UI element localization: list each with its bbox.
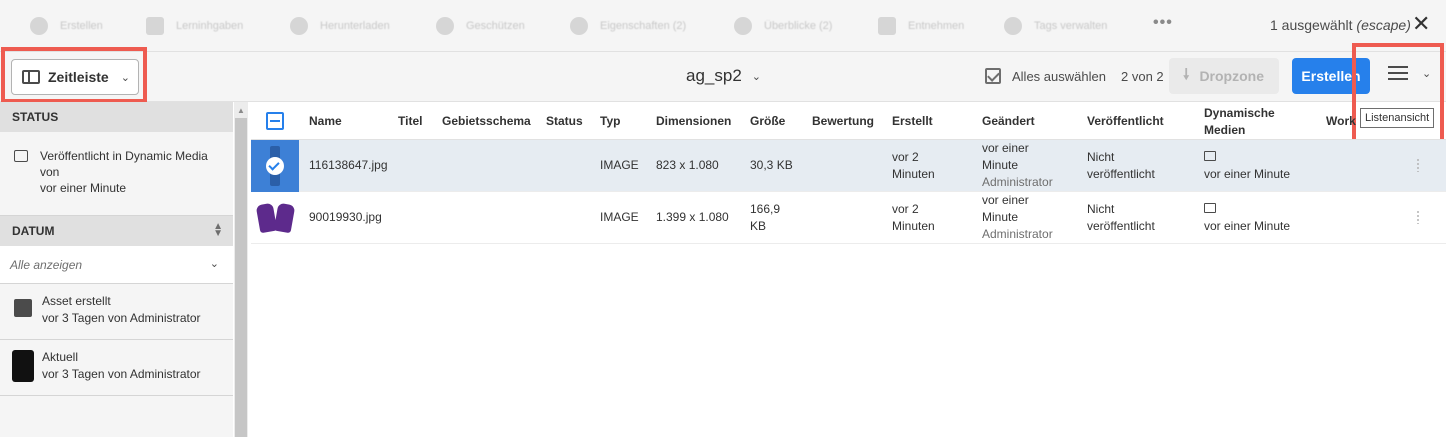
tags-action[interactable]: Tags verwalten: [1004, 0, 1107, 52]
protect-action[interactable]: Geschützen: [436, 0, 525, 52]
table-header: Name Titel Gebietsschema Status Typ Dime…: [251, 102, 1446, 140]
cell-dynamic-media: vor einer Minute: [1204, 149, 1290, 183]
col-type[interactable]: Typ: [600, 114, 620, 128]
col-title[interactable]: Titel: [398, 114, 422, 128]
cell-created: vor 2 Minuten: [892, 202, 935, 233]
cell-dimensions: 1.399 x 1.080: [656, 210, 729, 224]
cell-published: Nicht veröffentlicht: [1087, 150, 1155, 181]
asset-thumbnail: [12, 350, 34, 382]
row-thumbnail[interactable]: [251, 140, 299, 192]
create-action[interactable]: Erstellen: [30, 0, 103, 52]
cell-published: Nicht veröffentlicht: [1087, 202, 1155, 233]
col-dynamic-media[interactable]: Dynamische Medien: [1204, 105, 1275, 139]
create-icon: [30, 17, 48, 35]
table-row[interactable]: 116138647.jpg IMAGE 823 x 1.080 30,3 KB …: [251, 140, 1446, 192]
publish-icon: [1204, 203, 1216, 213]
col-status[interactable]: Status: [546, 114, 583, 128]
highlight-rail-selector: [1, 47, 147, 103]
asset-created-icon: [14, 299, 32, 317]
folder-title[interactable]: ag_sp2 ⌄: [686, 66, 761, 86]
select-all-button[interactable]: Alles auswählen: [985, 68, 1106, 84]
timeline-event[interactable]: Aktuell vor 3 Tagen von Administrator: [0, 340, 233, 396]
timeline-event[interactable]: Asset erstellt vor 3 Tagen von Administr…: [0, 284, 233, 340]
checkbox-icon: [985, 68, 1001, 84]
cell-dimensions: 823 x 1.080: [656, 158, 719, 172]
cell-size: 30,3 KB: [750, 158, 793, 172]
col-created[interactable]: Erstellt: [892, 114, 933, 128]
dropzone-button[interactable]: 🠗 Dropzone: [1169, 58, 1279, 94]
close-selection-icon[interactable]: ✕: [1412, 12, 1430, 36]
chevron-down-icon: ⌄: [751, 70, 761, 83]
lock-icon: [436, 17, 454, 35]
col-locale[interactable]: Gebietsschema: [442, 114, 531, 128]
asset-list-table: Name Titel Gebietsschema Status Typ Dime…: [251, 102, 1446, 244]
tag-icon: [1004, 17, 1022, 35]
item-count: 2 von 2: [1121, 69, 1164, 84]
watch-thumbnail: [266, 146, 284, 186]
pencil-icon: [734, 17, 752, 35]
publish-icon: [1204, 151, 1216, 161]
gloves-thumbnail: [255, 202, 296, 234]
remove-action[interactable]: Entnehmen: [878, 0, 964, 52]
col-rating[interactable]: Bewertung: [812, 114, 874, 128]
toolbar: Zeitleiste ⌄ ag_sp2 ⌄ Alles auswählen 2 …: [0, 52, 1446, 102]
chevron-down-icon: ⌄: [209, 258, 219, 270]
scrollbar-thumb[interactable]: [235, 118, 247, 437]
box-icon: [878, 17, 896, 35]
overview-action[interactable]: Überblicke (2): [734, 0, 832, 52]
selection-info: 1 ausgewählt (escape): [1270, 17, 1411, 33]
date-header[interactable]: DATUM ▲ ▼: [0, 216, 233, 246]
bag-icon: [146, 17, 164, 35]
cell-name: 90019930.jpg: [309, 210, 382, 224]
download-icon: [290, 17, 308, 35]
learning-action[interactable]: Lerninhgaben: [146, 0, 243, 52]
sort-icon: ▲ ▼: [213, 221, 223, 239]
cell-size: 166,9 KB: [750, 202, 781, 233]
status-header: STATUS: [0, 102, 233, 132]
col-name[interactable]: Name: [309, 114, 342, 128]
timeline-rail: STATUS Veröffentlicht in Dynamic Media v…: [0, 102, 233, 437]
cell-type: IMAGE: [600, 158, 639, 172]
info-icon: [570, 17, 588, 35]
action-bar: Erstellen Lerninhgaben Herunterladen Ges…: [0, 0, 1446, 52]
rail-scrollbar[interactable]: ▲: [234, 102, 248, 437]
col-dimensions[interactable]: Dimensionen: [656, 114, 731, 128]
col-modified[interactable]: Geändert: [982, 114, 1035, 128]
cell-name: 116138647.jpg: [309, 158, 388, 172]
col-workflow[interactable]: Work: [1326, 114, 1356, 128]
cell-type: IMAGE: [600, 210, 639, 224]
drag-handle-icon[interactable]: [1416, 158, 1420, 172]
cell-modified: vor einer Minute Administrator: [982, 141, 1053, 189]
cell-modified: vor einer Minute Administrator: [982, 193, 1053, 241]
row-thumbnail[interactable]: [251, 192, 299, 244]
scroll-up-icon[interactable]: ▲: [237, 106, 245, 115]
cell-created: vor 2 Minuten: [892, 150, 935, 181]
col-size[interactable]: Größe: [750, 114, 785, 128]
publish-icon: [14, 150, 28, 162]
col-published[interactable]: Veröffentlicht: [1087, 114, 1164, 128]
more-actions-button[interactable]: •••: [1153, 14, 1173, 32]
properties-action[interactable]: Eigenschaften (2): [570, 0, 686, 52]
table-row[interactable]: 90019930.jpg IMAGE 1.399 x 1.080 166,9 KB…: [251, 192, 1446, 244]
download-action[interactable]: Herunterladen: [290, 0, 390, 52]
date-filter-select[interactable]: Alle anzeigen ⌄: [0, 246, 233, 284]
select-all-checkbox[interactable]: [266, 112, 284, 130]
drag-handle-icon[interactable]: [1416, 210, 1420, 224]
cell-dynamic-media: vor einer Minute: [1204, 201, 1290, 235]
status-item: Veröffentlicht in Dynamic Media von vor …: [0, 132, 233, 216]
arrow-down-icon: 🠗: [1183, 65, 1190, 83]
